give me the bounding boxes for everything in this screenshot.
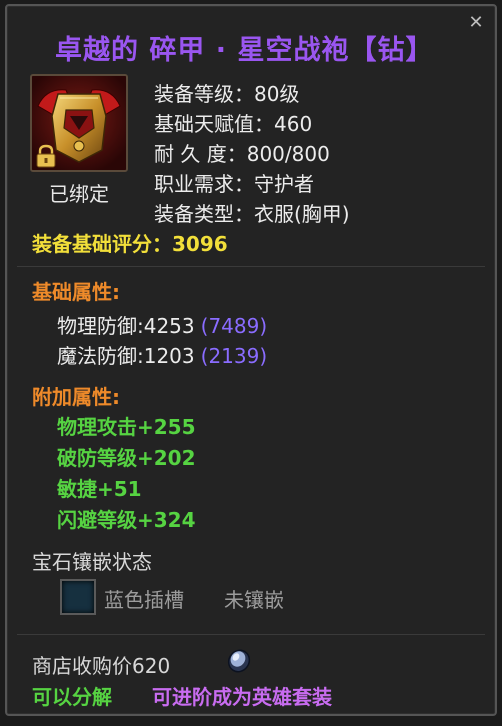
bound-status: 已绑定	[49, 182, 109, 206]
stat-value: 80级	[254, 82, 300, 106]
stat-value: 460	[274, 112, 313, 136]
stat-durability: 耐 久 度：800/800	[154, 138, 330, 167]
gem-slot-label: 蓝色插槽	[104, 588, 184, 612]
bonus-attribute: 物理攻击+255	[57, 415, 196, 439]
stat-label: 装备等级：	[154, 82, 254, 106]
shop-price: 商店收购价620	[32, 654, 171, 678]
attr-extra: (7489)	[200, 314, 268, 338]
stat-value: 守护者	[254, 172, 314, 196]
attr-label: 物理防御:4253	[57, 314, 195, 338]
stat-value: 800/800	[246, 142, 330, 166]
can-decompose-text: 可以分解	[32, 685, 112, 709]
stat-value: 衣服(胸甲)	[254, 202, 350, 226]
item-tooltip: 卓越的 碎甲 · 星空战袍【钻】 ✕ 已绑定 装备等级：80级 基础天赋值：46…	[5, 4, 497, 716]
stat-label: 装备类型：	[154, 202, 254, 226]
close-icon[interactable]: ✕	[467, 14, 485, 32]
gem-slot[interactable]	[60, 579, 96, 615]
bonus-attributes-heading: 附加属性:	[32, 385, 120, 409]
gem-slot-status: 未镶嵌	[224, 588, 284, 612]
stat-label: 耐 久 度：	[154, 142, 247, 166]
score-label: 装备基础评分：	[32, 232, 172, 256]
base-attribute-physical-defense: 物理防御:4253 (7489)	[57, 310, 267, 339]
item-title: 卓越的 碎甲 · 星空战袍【钻】	[55, 35, 434, 66]
bonus-attribute: 破防等级+202	[57, 446, 196, 470]
bonus-attribute: 闪避等级+324	[57, 508, 196, 532]
attr-label: 魔法防御:1203	[57, 344, 195, 368]
bonus-attribute: 敏捷+51	[57, 477, 142, 501]
stat-base-talent: 基础天赋值：460	[154, 108, 312, 137]
lock-icon	[36, 144, 56, 168]
silver-coin-icon	[227, 649, 251, 673]
base-attributes-heading: 基础属性:	[32, 280, 120, 304]
base-attribute-magic-defense: 魔法防御:1203 (2139)	[57, 340, 267, 369]
stat-equip-level: 装备等级：80级	[154, 78, 299, 107]
equip-score: 装备基础评分：3096	[32, 228, 228, 257]
stat-class-requirement: 职业需求：守护者	[154, 168, 314, 197]
stat-label: 基础天赋值：	[154, 112, 274, 136]
stat-label: 职业需求：	[154, 172, 254, 196]
score-value: 3096	[172, 232, 228, 256]
armor-chestplate-icon[interactable]	[30, 74, 128, 172]
can-upgrade-text: 可进阶成为英雄套装	[152, 685, 332, 709]
gem-status-heading: 宝石镶嵌状态	[32, 550, 152, 574]
divider	[17, 266, 485, 267]
divider	[17, 634, 485, 635]
attr-extra: (2139)	[200, 344, 268, 368]
stat-equip-type: 装备类型：衣服(胸甲)	[154, 198, 350, 227]
